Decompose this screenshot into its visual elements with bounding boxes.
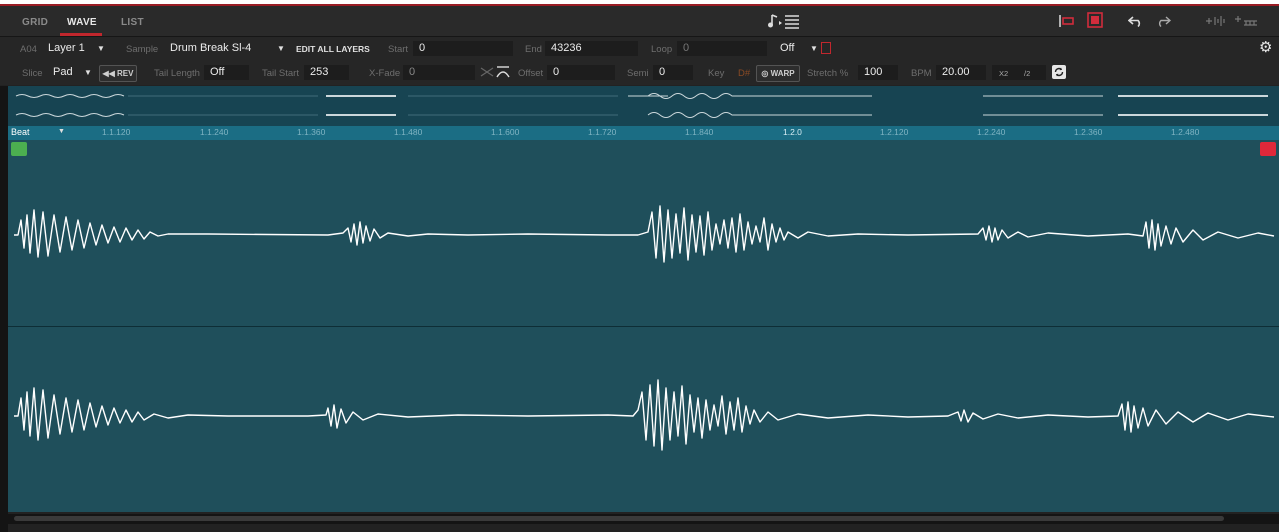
semi-value: 0 bbox=[659, 66, 666, 78]
beat-dropdown-icon[interactable]: ▼ bbox=[58, 128, 65, 135]
ruler-tick: 1.1.720 bbox=[588, 127, 617, 137]
ruler-tick: 1.1.120 bbox=[102, 127, 131, 137]
sample-dropdown-icon[interactable]: ▼ bbox=[277, 44, 285, 53]
layer-select[interactable]: Layer 1 bbox=[48, 42, 85, 54]
ruler-tick: 1.2.120 bbox=[880, 127, 909, 137]
ruler-tick: 1.1.480 bbox=[394, 127, 423, 137]
ruler-tick: 1.2.480 bbox=[1171, 127, 1200, 137]
xfade-label: X-Fade bbox=[369, 68, 401, 79]
start-field[interactable]: 0 bbox=[413, 41, 513, 56]
settings-gear-icon[interactable]: ⚙ bbox=[1259, 38, 1272, 56]
slice-marker-icon[interactable] bbox=[1058, 14, 1076, 32]
key-value[interactable]: D# bbox=[738, 68, 750, 79]
sample-editor-window: GRID WAVE LIST A04 Layer 1 ▼ Sample Drum… bbox=[0, 0, 1279, 532]
scrollbar-thumb[interactable] bbox=[14, 516, 1224, 521]
loop-lock-icon[interactable] bbox=[821, 42, 831, 54]
ruler-tick: 1.2.360 bbox=[1074, 127, 1103, 137]
sample-label: Sample bbox=[126, 44, 159, 55]
reverse-button[interactable]: ◀◀ REV bbox=[99, 65, 137, 82]
div2-button[interactable]: /2 bbox=[1024, 69, 1030, 78]
ruler-tick: 1.1.360 bbox=[297, 127, 326, 137]
tail-length-field[interactable]: Off bbox=[204, 65, 249, 80]
tail-start-field[interactable]: 253 bbox=[304, 65, 349, 80]
offset-label: Offset bbox=[518, 68, 544, 79]
end-field[interactable]: 43236 bbox=[545, 41, 638, 56]
grid-split-icon[interactable] bbox=[1234, 14, 1258, 31]
loop-mode-dropdown-icon[interactable]: ▼ bbox=[810, 44, 818, 53]
undo-icon[interactable] bbox=[1127, 14, 1144, 31]
offset-field[interactable]: 0 bbox=[547, 65, 615, 80]
sample-row: A04 Layer 1 ▼ Sample Drum Break Sl-4 ▼ E… bbox=[0, 37, 1279, 61]
loop-value: 0 bbox=[683, 42, 690, 54]
ruler-tick: 1.1.600 bbox=[491, 127, 520, 137]
slice-row: Slice Pad ▼ ◀◀ REV Tail Length Off Tail … bbox=[0, 61, 1279, 85]
loop-field[interactable]: 0 bbox=[677, 41, 767, 56]
slice-dropdown-icon[interactable]: ▼ bbox=[84, 68, 92, 77]
header-bar: GRID WAVE LIST bbox=[0, 6, 1279, 37]
left-edge bbox=[0, 86, 8, 532]
offset-value: 0 bbox=[553, 66, 560, 78]
ruler-tick: 1.2.240 bbox=[977, 127, 1006, 137]
loop-label: Loop bbox=[651, 44, 673, 55]
crossfade-curve-icon[interactable] bbox=[496, 65, 510, 82]
bpm-label: BPM bbox=[911, 68, 932, 79]
key-label: Key bbox=[708, 68, 725, 79]
redo-icon[interactable] bbox=[1155, 14, 1172, 31]
start-value: 0 bbox=[419, 42, 426, 54]
sample-select[interactable]: Drum Break Sl-4 bbox=[170, 42, 251, 54]
semi-field[interactable]: 0 bbox=[653, 65, 693, 80]
loop-mode-select[interactable]: Off bbox=[780, 42, 794, 54]
tail-length-value: Off bbox=[210, 66, 225, 78]
bpm-field[interactable]: 20.00 bbox=[936, 65, 986, 80]
note-list-icon[interactable] bbox=[768, 12, 802, 34]
tab-wave[interactable]: WAVE bbox=[67, 17, 97, 28]
warp-button[interactable]: ◎ WARP bbox=[756, 65, 800, 82]
split-icon[interactable] bbox=[1205, 14, 1227, 31]
bpm-value: 20.00 bbox=[942, 66, 970, 78]
tab-grid[interactable]: GRID bbox=[22, 17, 48, 28]
horizontal-scrollbar[interactable] bbox=[8, 514, 1279, 524]
stretch-value: 100 bbox=[864, 66, 883, 78]
xfade-value: 0 bbox=[409, 66, 416, 78]
x2-button[interactable]: X2 bbox=[999, 69, 1008, 78]
end-label: End bbox=[525, 44, 542, 55]
tab-list[interactable]: LIST bbox=[121, 17, 144, 28]
sync-icon[interactable] bbox=[1052, 65, 1066, 79]
ruler-tick: 1.1.240 bbox=[200, 127, 229, 137]
stretch-field[interactable]: 100 bbox=[858, 65, 898, 80]
tail-start-value: 253 bbox=[310, 66, 329, 78]
active-tab-underline bbox=[60, 33, 102, 36]
slice-label: Slice bbox=[22, 68, 43, 79]
stretch-label: Stretch % bbox=[807, 68, 849, 79]
select-region-icon[interactable] bbox=[1087, 12, 1103, 32]
beat-ruler[interactable]: Beat ▼ 1.1.120 1.1.240 1.1.360 1.1.480 1… bbox=[8, 126, 1279, 140]
waveform-graph bbox=[14, 205, 1275, 451]
ruler-tick: 1.2.0 bbox=[783, 127, 802, 137]
crossfade-linear-icon[interactable] bbox=[480, 65, 494, 82]
ruler-tick: 1.1.840 bbox=[685, 127, 714, 137]
tail-start-label: Tail Start bbox=[262, 68, 299, 79]
layer-dropdown-icon[interactable]: ▼ bbox=[97, 44, 105, 53]
waveform-overview[interactable] bbox=[8, 86, 1279, 126]
semi-label: Semi bbox=[627, 68, 649, 79]
start-label: Start bbox=[388, 44, 409, 55]
pad-id-label: A04 bbox=[20, 44, 37, 55]
xfade-field[interactable]: 0 bbox=[403, 65, 475, 80]
slice-select[interactable]: Pad bbox=[53, 66, 73, 78]
overview-waveform bbox=[15, 93, 1268, 118]
beat-mode-select[interactable]: Beat bbox=[11, 127, 30, 137]
tail-length-label: Tail Length bbox=[154, 68, 200, 79]
end-value: 43236 bbox=[551, 42, 582, 54]
waveform-display[interactable] bbox=[8, 140, 1279, 512]
edit-all-layers-button[interactable]: EDIT ALL LAYERS bbox=[296, 44, 370, 54]
